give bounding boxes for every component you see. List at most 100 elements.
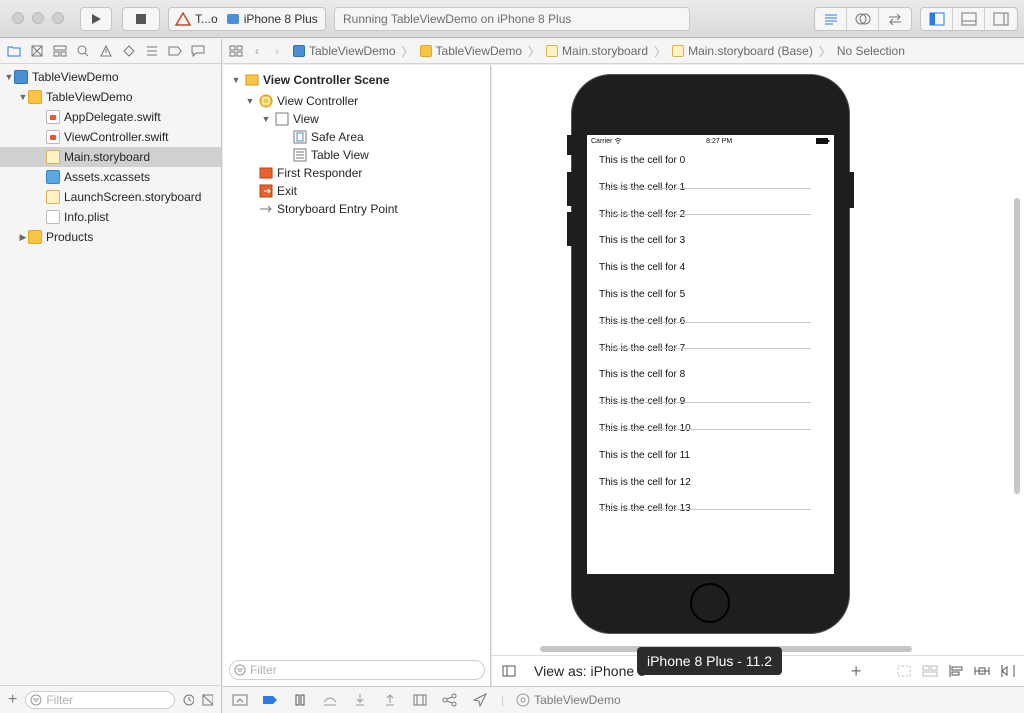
run-button[interactable]	[80, 7, 112, 31]
home-button[interactable]	[690, 583, 730, 623]
table-cell[interactable]: This is the cell for 12	[599, 469, 811, 496]
folder-icon[interactable]	[6, 43, 22, 59]
navigator-filter-field[interactable]: Filter	[25, 690, 175, 709]
breadcrumb-file[interactable]: Main.storyboard	[546, 44, 648, 58]
debug-target-selector[interactable]: TableViewDemo	[516, 693, 621, 707]
recent-files-clock-icon[interactable]	[183, 694, 194, 706]
test-diamond-icon[interactable]	[121, 43, 137, 59]
disclosure-closed-icon[interactable]: ▶	[18, 232, 28, 243]
toggle-utilities-button[interactable]	[985, 8, 1017, 30]
storyboard-file-icon	[46, 150, 60, 164]
outline-item-safe-area[interactable]: Safe Area	[293, 128, 364, 146]
toggle-outline-icon[interactable]	[502, 665, 516, 677]
breadcrumb-project[interactable]: TableViewDemo	[293, 44, 396, 58]
outline-scene-header[interactable]: ▼ View Controller Scene	[231, 71, 390, 89]
outline-filter-field[interactable]: Filter	[229, 660, 485, 680]
xcode-project-icon	[14, 70, 28, 84]
tree-item-label: AppDelegate.swift	[64, 110, 161, 124]
related-items-grid-icon[interactable]	[229, 45, 243, 57]
outline-item-table-view[interactable]: Table View	[293, 146, 369, 164]
tree-item-project[interactable]: ▼ TableViewDemo	[0, 67, 221, 87]
toggle-debug-area-button[interactable]	[953, 8, 985, 30]
close-window-button[interactable]	[12, 12, 24, 24]
outline-item-view[interactable]: ▼ View	[261, 110, 319, 128]
source-control-icon[interactable]	[29, 43, 45, 59]
view-debugger-icon[interactable]	[411, 692, 429, 708]
version-editor-button[interactable]	[879, 8, 911, 30]
version-editor-icon	[889, 13, 901, 25]
disclosure-open-icon[interactable]: ▼	[261, 114, 271, 124]
outline-item-exit[interactable]: Exit	[259, 182, 297, 200]
disclosure-open-icon[interactable]: ▼	[245, 96, 255, 106]
table-cell[interactable]: This is the cell for 3	[599, 227, 811, 254]
breadcrumb-localization[interactable]: Main.storyboard (Base)	[672, 44, 813, 58]
simulator-screen[interactable]: Carrier 8:27 PM This is the cell for 0 Th…	[587, 135, 834, 574]
breadcrumb-selection[interactable]: No Selection	[837, 44, 905, 58]
tree-item-label: TableViewDemo	[46, 90, 133, 104]
embed-stack-icon[interactable]	[896, 664, 912, 678]
pause-icon[interactable]	[291, 692, 309, 708]
outline-item-view-controller[interactable]: ▼ View Controller	[245, 92, 359, 110]
align-icon[interactable]	[948, 664, 964, 678]
step-out-icon[interactable]	[381, 692, 399, 708]
scene-icon	[245, 74, 259, 86]
breakpoint-icon[interactable]	[167, 43, 183, 59]
memory-graph-icon[interactable]	[441, 692, 459, 708]
update-frames-icon[interactable]	[922, 664, 938, 678]
tree-item-infoplist[interactable]: Info.plist	[0, 207, 221, 227]
add-icon[interactable]: +	[8, 691, 17, 709]
mute-switch	[567, 135, 572, 155]
tree-item-assets[interactable]: Assets.xcassets	[0, 167, 221, 187]
standard-editor-button[interactable]	[815, 8, 847, 30]
view-controller-icon	[259, 94, 273, 108]
simulate-location-icon[interactable]	[471, 692, 489, 708]
clock-label: 8:27 PM	[706, 137, 733, 145]
tree-item-launchscreen[interactable]: LaunchScreen.storyboard	[0, 187, 221, 207]
hide-debug-area-icon[interactable]	[231, 692, 249, 708]
step-over-icon[interactable]	[321, 692, 339, 708]
source-control-filter-icon[interactable]	[202, 694, 214, 706]
table-cell[interactable]: This is the cell for 0	[599, 147, 811, 174]
breadcrumb-folder[interactable]: TableViewDemo	[419, 44, 522, 58]
storyboard-file-icon	[672, 45, 685, 57]
add-constraints-icon[interactable]	[974, 664, 990, 678]
assistant-editor-button[interactable]	[847, 8, 879, 30]
table-view-icon	[293, 148, 307, 162]
outline-item-first-responder[interactable]: First Responder	[259, 164, 362, 182]
swift-file-icon	[46, 110, 60, 124]
forward-chevron-icon[interactable]: ›	[275, 44, 279, 58]
table-cell[interactable]: This is the cell for 5	[599, 281, 811, 308]
outline-item-entry-point[interactable]: Storyboard Entry Point	[259, 200, 398, 218]
resolve-autolayout-icon[interactable]	[1000, 664, 1016, 678]
debug-list-icon[interactable]	[144, 43, 160, 59]
table-cell[interactable]: This is the cell for 11	[599, 442, 811, 469]
debug-bar-divider: |	[501, 693, 505, 707]
zoom-window-button[interactable]	[52, 12, 64, 24]
view-as-label[interactable]: View as: iPhone 8	[534, 663, 646, 679]
stop-button[interactable]	[122, 7, 160, 31]
search-icon[interactable]	[75, 43, 91, 59]
safe-area-icon	[293, 130, 307, 144]
report-bubble-icon[interactable]	[190, 43, 206, 59]
tree-item-main-storyboard[interactable]: Main.storyboard	[0, 147, 221, 167]
tree-item-viewcontroller[interactable]: ViewController.swift	[0, 127, 221, 147]
disclosure-open-icon[interactable]: ▼	[231, 75, 241, 85]
tree-item-group-folder[interactable]: ▼ TableViewDemo	[0, 87, 221, 107]
toggle-navigator-button[interactable]	[921, 8, 953, 30]
table-cell[interactable]: This is the cell for 8	[599, 361, 811, 388]
disclosure-open-icon[interactable]: ▼	[18, 92, 28, 102]
minimize-window-button[interactable]	[32, 12, 44, 24]
breakpoints-toggle-icon[interactable]	[261, 692, 279, 708]
zoom-in-icon[interactable]: +	[851, 661, 862, 682]
tree-item-appdelegate[interactable]: AppDelegate.swift	[0, 107, 221, 127]
back-chevron-icon[interactable]: ‹	[255, 44, 259, 58]
tree-item-products[interactable]: ▶ Products	[0, 227, 221, 247]
scheme-selector[interactable]: T...o iPhone 8 Plus	[168, 7, 326, 31]
step-into-icon[interactable]	[351, 692, 369, 708]
vertical-scrollbar[interactable]	[1014, 198, 1020, 494]
table-cell[interactable]: This is the cell for 4	[599, 254, 811, 281]
warning-icon[interactable]	[98, 43, 114, 59]
app-target-icon	[175, 12, 191, 26]
disclosure-open-icon[interactable]: ▼	[4, 72, 14, 82]
symbol-hierarchy-icon[interactable]	[52, 43, 68, 59]
